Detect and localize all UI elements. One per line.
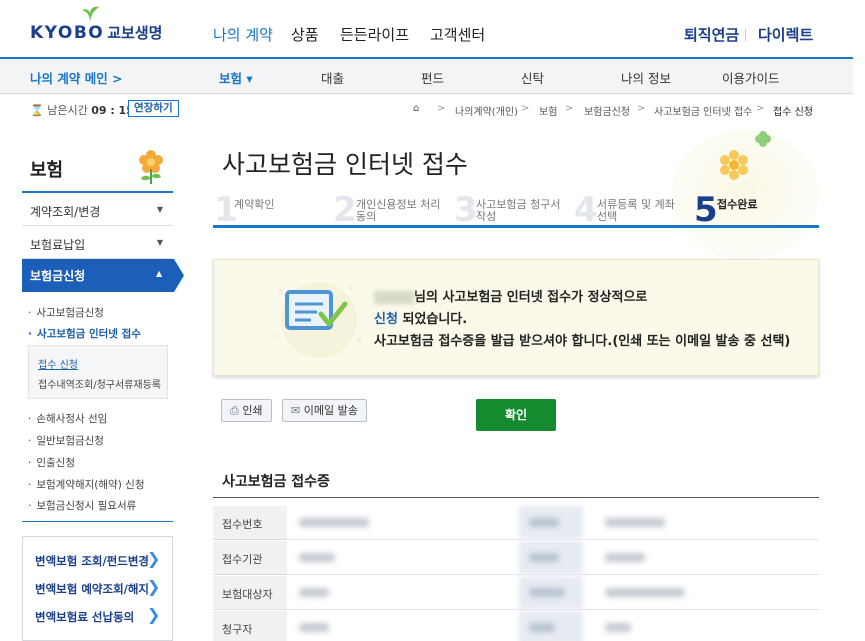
sidebar-submenu-box: 접수 신청 접수내역조회/청구서류재등록 bbox=[28, 345, 168, 399]
subnav-my-contract-main[interactable]: 나의 계약 메인 > bbox=[30, 68, 123, 87]
sidebar-title: 보험 bbox=[30, 160, 64, 181]
print-button[interactable]: ⎙ 인쇄 bbox=[221, 399, 272, 422]
step-label: 서류등록 및 계좌 선택 bbox=[597, 198, 675, 223]
step-label: 개인신용정보 처리 동의 bbox=[356, 198, 441, 223]
printer-icon: ⎙ bbox=[230, 404, 239, 417]
extend-session-button[interactable]: 연장하기 bbox=[128, 100, 179, 117]
email-button[interactable]: ✉ 이메일 발송 bbox=[282, 399, 367, 422]
divider bbox=[745, 29, 746, 41]
sidebar-subitem-current[interactable]: 사고보험금 인터넷 접수 bbox=[28, 326, 141, 341]
confirm-button[interactable]: 확인 bbox=[476, 399, 556, 431]
sidebar-item-contract-inquiry[interactable]: 계약조회/변경 ▼ bbox=[22, 193, 173, 226]
table-row bbox=[287, 576, 819, 610]
table-row bbox=[287, 541, 819, 575]
subnav-fund[interactable]: 펀드 bbox=[421, 68, 444, 87]
breadcrumb-item[interactable]: 보험 bbox=[539, 103, 557, 118]
sidebar-subitem[interactable]: 일반보험금신청 bbox=[28, 433, 104, 448]
sidebar-subitem[interactable]: 인출신청 bbox=[28, 455, 75, 470]
sidebar-subitem[interactable]: 보험금신청시 필요서류 bbox=[28, 498, 136, 513]
sidebar-item-label: 계약조회/변경 bbox=[30, 205, 101, 219]
link-direct[interactable]: 다이렉트 bbox=[758, 24, 813, 45]
certificate-title: 사고보험금 접수증 bbox=[222, 474, 330, 490]
subnav-insurance[interactable]: 보험 ▾ bbox=[219, 68, 253, 87]
message-line-3: 사고보험금 접수증을 발급 받으셔야 합니다.(인쇄 또는 이메일 발송 중 선… bbox=[374, 334, 791, 349]
table-header-cell: 접수번호 bbox=[213, 506, 287, 540]
step-number: 3 bbox=[454, 190, 478, 230]
session-label: 남은시간 bbox=[47, 104, 88, 117]
chevron-right-icon[interactable]: ❯ bbox=[147, 577, 160, 596]
promo-box: 변액보험 조회/펀드변경 ❯ 변액보험 예약조회/해지 ❯ 변액보험료 선납동의… bbox=[22, 536, 173, 641]
table-header-cell: 접수기관 bbox=[213, 541, 287, 575]
document-check-icon bbox=[275, 282, 362, 358]
breadcrumb-item[interactable]: 사고보험금 인터넷 접수 bbox=[654, 103, 752, 118]
gnb-my-contract[interactable]: 나의 계약 bbox=[213, 24, 273, 45]
logo[interactable]: KYOBO 교보생명 bbox=[30, 22, 162, 43]
sidebar-item-label: 보험금신청 bbox=[30, 269, 86, 283]
link-pension[interactable]: 퇴직연금 bbox=[684, 24, 739, 45]
gnb-life[interactable]: 든든라이프 bbox=[340, 24, 409, 45]
breadcrumb-item[interactable]: 보험금신청 bbox=[584, 103, 630, 118]
logo-kr: 교보생명 bbox=[107, 24, 163, 42]
breadcrumb-separator: > bbox=[756, 103, 765, 114]
promo-link[interactable]: 변액보험료 선납동의 bbox=[35, 609, 134, 625]
breadcrumb-item[interactable]: 나의계약(개인) bbox=[455, 103, 518, 118]
breadcrumb-separator: > bbox=[521, 103, 530, 114]
step-number-current: 5 bbox=[694, 190, 718, 230]
step-label-current: 접수완료 bbox=[717, 198, 758, 211]
chevron-right-icon[interactable]: ❯ bbox=[147, 549, 160, 568]
chevron-down-icon: ▼ bbox=[156, 238, 163, 247]
table-row bbox=[287, 506, 819, 540]
table-row bbox=[287, 611, 819, 641]
breadcrumb-current: 접수 신청 bbox=[773, 107, 813, 118]
step-number: 4 bbox=[574, 190, 598, 230]
breadcrumb-separator: > bbox=[637, 103, 646, 114]
table-header-cell: 청구자 bbox=[213, 611, 287, 641]
subnav-trust[interactable]: 신탁 bbox=[521, 68, 544, 87]
sidebar-subitem[interactable]: 사고보험금신청 bbox=[28, 305, 104, 320]
logo-leaf-icon bbox=[82, 6, 99, 24]
promo-link[interactable]: 변액보험 조회/펀드변경 bbox=[35, 553, 149, 569]
subnav-guide[interactable]: 이용가이드 bbox=[722, 68, 780, 87]
divider bbox=[213, 497, 819, 498]
sidebar-item-label: 보험료납입 bbox=[30, 238, 86, 252]
home-icon[interactable]: ⌂ bbox=[413, 103, 419, 114]
subnav-my-info[interactable]: 나의 정보 bbox=[621, 68, 671, 87]
breadcrumb-separator: > bbox=[437, 103, 446, 114]
sidebar-item-claim[interactable]: 보험금신청 ▲ bbox=[22, 259, 184, 292]
promo-link[interactable]: 변액보험 예약조회/해지 bbox=[35, 581, 149, 597]
flower-icon bbox=[139, 150, 163, 184]
chevron-down-icon: ▼ bbox=[156, 205, 163, 214]
subnav-loan[interactable]: 대출 bbox=[321, 68, 344, 87]
gnb-products[interactable]: 상품 bbox=[291, 24, 319, 45]
divider bbox=[22, 521, 173, 522]
sidebar-subitem[interactable]: 손해사정사 선임 bbox=[28, 411, 107, 426]
table-header-cell: 보험대상자 bbox=[213, 576, 287, 610]
sidebar-subitem[interactable]: 보험계약해지(해약) 신청 bbox=[28, 477, 144, 492]
page-title: 사고보험금 인터넷 접수 bbox=[222, 150, 468, 179]
hourglass-icon: ⌛ bbox=[30, 104, 44, 117]
completion-message-box: 님의 사고보험금 인터넷 접수가 정상적으로 신청 되었습니다. 사고보험금 접… bbox=[213, 259, 819, 376]
step-progress-line bbox=[213, 225, 819, 228]
chevron-up-icon: ▲ bbox=[156, 269, 163, 278]
message-line-1: 님의 사고보험금 인터넷 접수가 정상적으로 bbox=[374, 286, 647, 305]
clover-icon bbox=[755, 131, 771, 147]
chevron-right-icon[interactable]: ❯ bbox=[147, 605, 160, 624]
submenu-apply[interactable]: 접수 신청 bbox=[38, 356, 78, 371]
customer-name-masked bbox=[374, 291, 414, 304]
step-number: 2 bbox=[333, 190, 357, 230]
step-label: 사고보험금 청구서 작성 bbox=[476, 198, 561, 223]
step-label: 계약확인 bbox=[234, 198, 275, 211]
breadcrumb-separator: > bbox=[565, 103, 574, 114]
envelope-icon: ✉ bbox=[291, 404, 301, 417]
logo-en: KYOBO bbox=[30, 23, 105, 43]
message-line-2: 신청 되었습니다. bbox=[374, 312, 468, 327]
session-timer: ⌛ 남은시간 09 : 15 bbox=[30, 102, 134, 118]
submenu-inquiry[interactable]: 접수내역조회/청구서류재등록 bbox=[38, 376, 161, 391]
sun-flower-icon bbox=[720, 150, 748, 180]
gnb-customer-center[interactable]: 고객센터 bbox=[430, 24, 485, 45]
sidebar-item-premium-payment[interactable]: 보험료납입 ▼ bbox=[22, 226, 173, 259]
